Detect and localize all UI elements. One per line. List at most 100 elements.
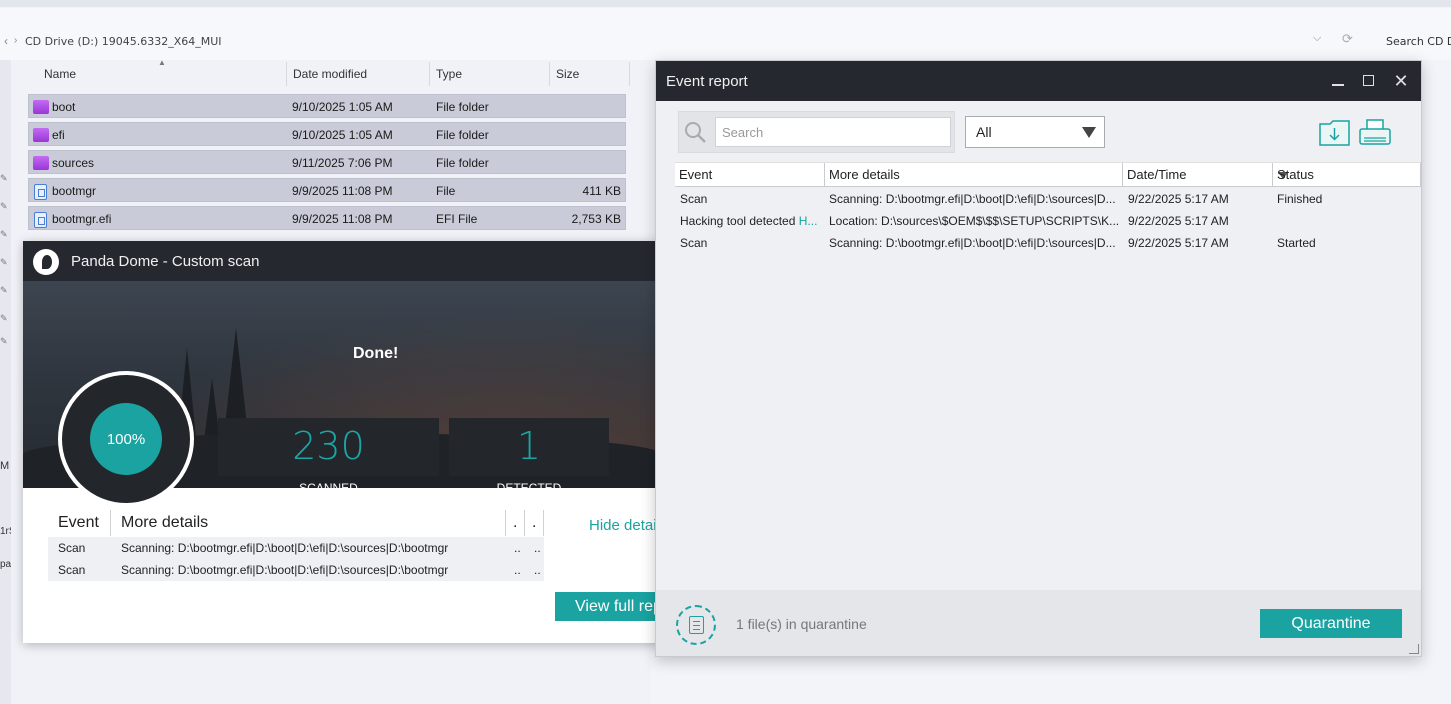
address-path[interactable]: CD Drive (D:) 19045.6332_X64_MUI: [25, 35, 222, 48]
file-date: 9/11/2025 7:06 PM: [292, 156, 393, 170]
event-cell: Scan: [58, 541, 86, 555]
file-name: boot: [52, 100, 76, 114]
pin-icon: ✎: [0, 229, 8, 239]
minimize-button[interactable]: [1328, 71, 1348, 91]
quarantine-icon: [676, 605, 716, 645]
nav-item-fragment[interactable]: pa: [0, 559, 11, 570]
details-cell: Location: D:\sources\$OEM$\$$\SETUP\SCRI…: [829, 214, 1120, 228]
chevron-left-icon[interactable]: ‹: [4, 34, 8, 48]
search-input[interactable]: Search CD D: [1386, 35, 1451, 48]
event-cell: Scan: [680, 192, 708, 206]
truncated-cell: ..: [534, 541, 541, 555]
column-header-event[interactable]: Event: [48, 510, 111, 536]
event-cell-link[interactable]: H...: [799, 214, 818, 228]
table-row[interactable]: Scan Scanning: D:\bootmgr.efi|D:\boot|D:…: [48, 537, 544, 559]
doc-line: [693, 629, 700, 631]
truncated-cell: ..: [514, 541, 521, 555]
quarantine-button[interactable]: Quarantine: [1260, 609, 1402, 638]
file-name: bootmgr: [52, 184, 97, 198]
file-row[interactable]: bootmgr.efi 9/9/2025 11:08 PM EFI File 2…: [28, 206, 626, 230]
window-title: Event report: [666, 73, 748, 90]
table-row[interactable]: Scan Scanning: D:\bootmgr.efi|D:\boot|D:…: [48, 559, 544, 581]
refresh-icon[interactable]: ⟳: [1342, 31, 1353, 47]
table-row[interactable]: Scan Scanning: D:\bootmgr.efi|D:\boot|D:…: [675, 188, 1421, 210]
column-header-size[interactable]: Size: [550, 62, 630, 86]
column-header-event[interactable]: Event: [675, 163, 825, 187]
detected-box: 1: [449, 418, 609, 476]
resize-grip-icon[interactable]: [1409, 644, 1419, 654]
truncated-cell: ..: [514, 563, 521, 577]
file-row[interactable]: efi 9/10/2025 1:05 AM File folder: [28, 122, 626, 146]
file-icon: [34, 212, 47, 228]
details-cell: Scanning: D:\bootmgr.efi|D:\boot|D:\efi|…: [829, 192, 1116, 206]
truncated-cell: ..: [534, 563, 541, 577]
file-date: 9/9/2025 11:08 PM: [292, 184, 393, 198]
event-filter-select[interactable]: All: [965, 116, 1105, 148]
details-cell: Scanning: D:\bootmgr.efi|D:\boot|D:\efi|…: [121, 541, 449, 555]
quarantine-count: 1 file(s) in quarantine: [736, 616, 867, 632]
document-icon: [689, 616, 704, 634]
close-button[interactable]: ✕: [1391, 71, 1411, 91]
table-row[interactable]: Scan Scanning: D:\bootmgr.efi|D:\boot|D:…: [675, 232, 1421, 254]
file-date: 9/9/2025 11:08 PM: [292, 212, 393, 226]
address-bar[interactable]: ‹ › CD Drive (D:) 19045.6332_X64_MUI ⌵ ⟳…: [0, 8, 1451, 60]
pin-icon: ✎: [0, 313, 8, 323]
file-type: File folder: [436, 128, 489, 142]
print-icon[interactable]: [1358, 118, 1392, 148]
event-cell: Hacking tool detected H...: [680, 214, 825, 228]
maximize-icon: [1363, 75, 1374, 86]
status-cell: Started: [1277, 236, 1316, 250]
file-row[interactable]: sources 9/11/2025 7:06 PM File folder: [28, 150, 626, 174]
search-input[interactable]: [715, 117, 951, 147]
file-type: File folder: [436, 156, 489, 170]
column-header-more-details[interactable]: More details: [111, 510, 506, 536]
scanned-box: 230: [218, 418, 439, 476]
pin-icon: ✎: [0, 336, 8, 346]
pin-icon: ✎: [0, 173, 8, 183]
pin-icon: ✎: [0, 201, 8, 211]
scanned-count: 230: [292, 424, 365, 468]
column-header-more-details[interactable]: More details: [825, 163, 1123, 187]
title-bar[interactable]: Event report ✕: [656, 61, 1421, 101]
event-cell-text: Hacking tool detected: [680, 214, 799, 228]
progress-value: 100%: [90, 403, 162, 475]
export-folder-icon[interactable]: [1318, 118, 1352, 148]
panda-custom-scan-window: Panda Dome - Custom scan Done! 230 1 SCA…: [23, 241, 663, 643]
column-header-collapsed[interactable]: .: [525, 510, 544, 536]
column-header-date-modified[interactable]: Date modified: [287, 62, 430, 86]
hide-details-link[interactable]: Hide details: [589, 517, 663, 534]
file-size: 2,753 KB: [571, 212, 621, 226]
maximize-button[interactable]: [1359, 71, 1379, 91]
view-full-report-button[interactable]: View full report: [555, 592, 663, 621]
file-row[interactable]: boot 9/10/2025 1:05 AM File folder: [28, 94, 626, 118]
details-cell: Scanning: D:\bootmgr.efi|D:\boot|D:\efi|…: [121, 563, 449, 577]
panda-logo-icon: [33, 249, 59, 275]
event-cell: Scan: [58, 563, 86, 577]
progress-ring: 100%: [58, 371, 194, 507]
file-name: bootmgr.efi: [52, 212, 112, 226]
datetime-cell: 9/22/2025 5:17 AM: [1128, 236, 1229, 250]
file-name: sources: [52, 156, 95, 170]
scanned-label: SCANNED: [299, 481, 358, 495]
close-icon: ✕: [1393, 71, 1409, 91]
column-header-status[interactable]: Status: [1273, 163, 1421, 187]
file-type: EFI File: [436, 212, 478, 226]
file-size: 411 KB: [582, 184, 621, 198]
column-header-collapsed[interactable]: .: [506, 510, 525, 536]
file-type: File: [436, 184, 456, 198]
column-header-datetime[interactable]: Date/Time: [1123, 163, 1273, 187]
detected-label: DETECTED: [496, 481, 562, 495]
event-cell: Scan: [680, 236, 708, 250]
column-header-name[interactable]: Name: [38, 62, 287, 86]
table-row[interactable]: Hacking tool detected H... Location: D:\…: [675, 210, 1421, 232]
event-report-window: Event report ✕ All Event More details Da…: [655, 60, 1422, 657]
folder-icon: [33, 156, 49, 170]
nav-item-fragment[interactable]: M: [0, 460, 9, 472]
file-icon: [34, 184, 47, 200]
chevron-right-icon: ›: [14, 35, 18, 46]
column-header-type[interactable]: Type: [430, 62, 550, 86]
file-row[interactable]: bootmgr 9/9/2025 11:08 PM File 411 KB: [28, 178, 626, 202]
chevron-down-icon[interactable]: ⌵: [1313, 32, 1321, 45]
title-bar[interactable]: Panda Dome - Custom scan: [23, 241, 663, 281]
details-cell: Scanning: D:\bootmgr.efi|D:\boot|D:\efi|…: [829, 236, 1116, 250]
